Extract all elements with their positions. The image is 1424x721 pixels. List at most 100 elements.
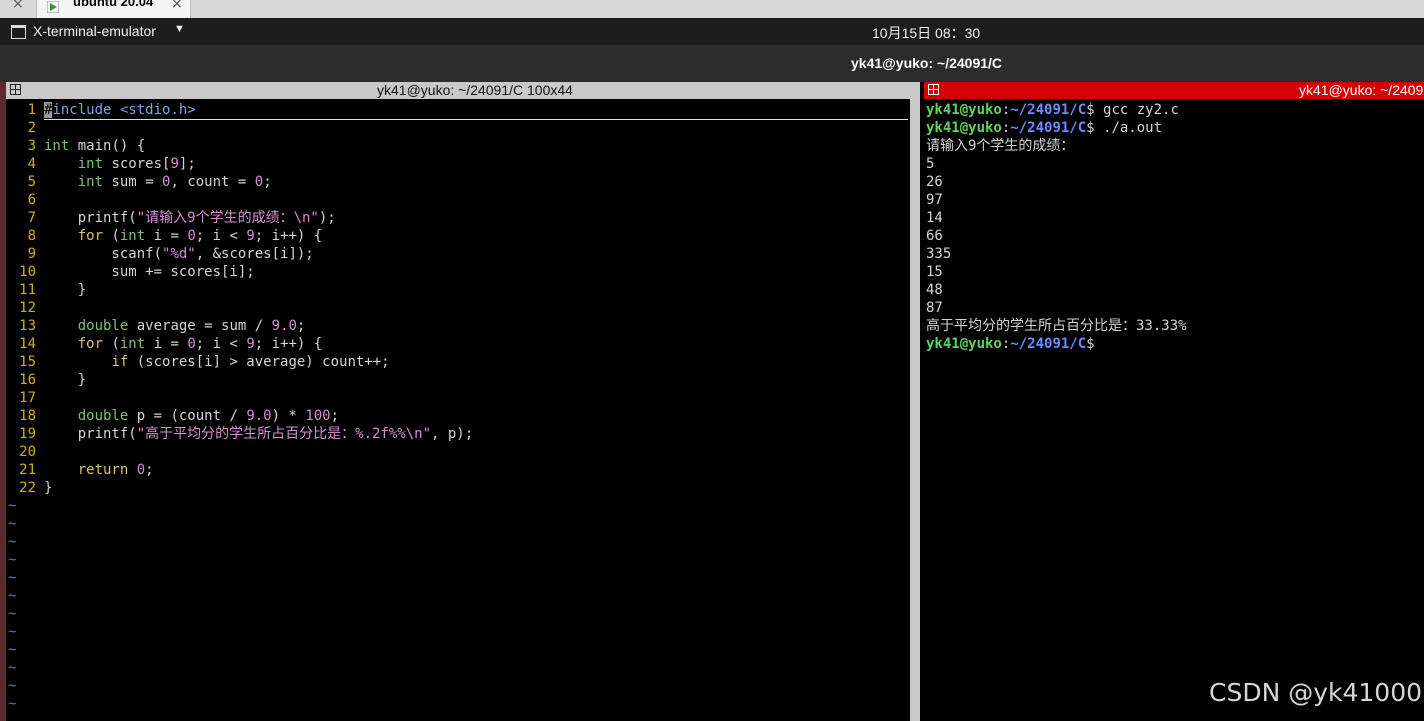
code-line: 13 double average = sum / 9.0; bbox=[8, 317, 305, 335]
vm-tab-label: ubuntu 20.04 bbox=[73, 0, 154, 9]
terminal-line: 5 bbox=[926, 156, 935, 172]
line-number: 14 bbox=[19, 336, 36, 352]
line-number: 9 bbox=[27, 246, 36, 262]
line-number: 10 bbox=[19, 264, 36, 280]
right-pane-title: yk41@yuko: ~/24091/C bbox=[1299, 82, 1424, 98]
code-text: for (int i = 0; i < 9; i++) { bbox=[77, 228, 323, 244]
outer-close-icon[interactable]: × bbox=[12, 0, 24, 12]
code-line: 9 scanf("%d", &scores[i]); bbox=[8, 245, 314, 263]
window-titlebar[interactable]: yk41@yuko: ~/24091/C bbox=[0, 45, 1424, 82]
terminal-app-icon bbox=[11, 25, 26, 39]
line-number: 22 bbox=[19, 480, 36, 496]
left-pane-header[interactable]: yk41@yuko: ~/24091/C 100x44 bbox=[6, 82, 920, 99]
code-line: 1 #include <stdio.h> bbox=[8, 101, 196, 119]
terminal-line: 66 bbox=[926, 228, 943, 244]
vm-tab[interactable]: ubuntu 20.04 × bbox=[36, 0, 191, 18]
tab-close-icon[interactable]: × bbox=[171, 0, 183, 12]
left-pane-title: yk41@yuko: ~/24091/C 100x44 bbox=[377, 82, 573, 98]
empty-line-tilde: ~ bbox=[8, 534, 17, 550]
code-text: double average = sum / 9.0; bbox=[77, 318, 306, 334]
code-line: 3 int main() { bbox=[8, 137, 146, 155]
line-number: 18 bbox=[19, 408, 36, 424]
line-number: 21 bbox=[19, 462, 36, 478]
code-text: for (int i = 0; i < 9; i++) { bbox=[77, 336, 323, 352]
chevron-down-icon[interactable]: ▼ bbox=[174, 23, 185, 35]
line-number: 19 bbox=[19, 426, 36, 442]
app-menu-label[interactable]: X-terminal-emulator bbox=[33, 23, 156, 39]
code-text: } bbox=[44, 480, 53, 496]
empty-line-tilde: ~ bbox=[8, 606, 17, 622]
code-line: 5 int sum = 0, count = 0; bbox=[8, 173, 272, 191]
code-line: 11 } bbox=[8, 281, 86, 299]
line-number: 20 bbox=[19, 444, 36, 460]
code-line: 21 return 0; bbox=[8, 461, 153, 479]
terminal-line: 请输入9个学生的成绩： bbox=[926, 138, 1075, 154]
terminal-line: 14 bbox=[926, 210, 943, 226]
empty-line-tilde: ~ bbox=[8, 642, 17, 658]
code-line: 19 printf("高于平均分的学生所占百分比是：%.2f%%\n", p); bbox=[8, 425, 473, 443]
code-line: 20 bbox=[8, 443, 44, 461]
grid-icon bbox=[10, 84, 21, 95]
desktop-edge bbox=[0, 82, 6, 721]
code-line: 17 bbox=[8, 389, 44, 407]
code-text: sum += scores[i]; bbox=[44, 264, 255, 280]
code-line: 22} bbox=[8, 479, 52, 497]
line-number: 5 bbox=[27, 174, 36, 190]
empty-line-tilde: ~ bbox=[8, 498, 17, 514]
code-line: 12 bbox=[8, 299, 44, 317]
code-line: 2 bbox=[8, 119, 44, 137]
code-line: 14 for (int i = 0; i < 9; i++) { bbox=[8, 335, 322, 353]
empty-line-tilde: ~ bbox=[8, 696, 17, 712]
vm-play-icon bbox=[47, 1, 59, 13]
code-line: 18 double p = (count / 9.0) * 100; bbox=[8, 407, 339, 425]
terminal-line: yk41@yuko:~/24091/C$ ./a.out bbox=[926, 120, 1163, 136]
code-text: printf("请输入9个学生的成绩：\n"); bbox=[44, 210, 336, 226]
code-line: 7 printf("请输入9个学生的成绩：\n"); bbox=[8, 209, 336, 227]
watermark: CSDN @yk41000 bbox=[1209, 678, 1423, 707]
terminal-line: 87 bbox=[926, 300, 943, 316]
terminal-line: 97 bbox=[926, 192, 943, 208]
line-number: 17 bbox=[19, 390, 36, 406]
terminal-line: 26 bbox=[926, 174, 943, 190]
code-text: #include <stdio.h> bbox=[44, 102, 196, 118]
code-text: scanf("%d", &scores[i]); bbox=[44, 246, 314, 262]
line-number: 3 bbox=[27, 138, 36, 154]
code-line: 15 if (scores[i] > average) count++; bbox=[8, 353, 390, 371]
terminal-line: 48 bbox=[926, 282, 943, 298]
line-number: 4 bbox=[27, 156, 36, 172]
vm-tab-strip: × ubuntu 20.04 × bbox=[0, 0, 1424, 18]
line-number: 6 bbox=[27, 192, 36, 208]
code-text: if (scores[i] > average) count++; bbox=[111, 354, 390, 370]
empty-line-tilde: ~ bbox=[8, 552, 17, 568]
top-panel: X-terminal-emulator ▼ 10月15日 08：30 bbox=[0, 18, 1424, 45]
code-line: 6 bbox=[8, 191, 44, 209]
code-text: } bbox=[44, 372, 87, 388]
terminal-output[interactable]: yk41@yuko:~/24091/C$ gcc zy2.c yk41@yuko… bbox=[926, 101, 1420, 721]
line-number: 7 bbox=[27, 210, 36, 226]
empty-line-tilde: ~ bbox=[8, 588, 17, 604]
pane-divider[interactable] bbox=[910, 99, 920, 721]
code-text: printf("高于平均分的学生所占百分比是：%.2f%%\n", p); bbox=[44, 426, 474, 442]
right-pane-header[interactable]: yk41@yuko: ~/24091/C bbox=[924, 82, 1424, 99]
line-number: 13 bbox=[19, 318, 36, 334]
panel-clock[interactable]: 10月15日 08：30 bbox=[872, 23, 980, 43]
line-number: 11 bbox=[19, 282, 36, 298]
code-text: double p = (count / 9.0) * 100; bbox=[77, 408, 340, 424]
vim-editor[interactable]: 1 #include <stdio.h> 2 3 int main() { 4 int s… bbox=[8, 101, 910, 721]
terminal-line: 15 bbox=[926, 264, 943, 280]
window-title: yk41@yuko: ~/24091/C bbox=[851, 55, 1003, 71]
empty-line-tilde: ~ bbox=[8, 660, 17, 676]
empty-line-tilde: ~ bbox=[8, 516, 17, 532]
code-text: } bbox=[44, 282, 87, 298]
code-text: int main() { bbox=[44, 138, 146, 154]
line-number: 2 bbox=[27, 120, 36, 136]
empty-line-tilde: ~ bbox=[8, 678, 17, 694]
empty-line-tilde: ~ bbox=[8, 570, 17, 586]
code-text: int scores[9]; bbox=[77, 156, 196, 172]
code-text: int sum = 0, count = 0; bbox=[77, 174, 272, 190]
line-number: 12 bbox=[19, 300, 36, 316]
terminal-line: yk41@yuko:~/24091/C$ bbox=[926, 336, 1095, 352]
line-number: 16 bbox=[19, 372, 36, 388]
terminal-line: 高于平均分的学生所占百分比是：33.33% bbox=[926, 318, 1187, 334]
line-number: 8 bbox=[27, 228, 36, 244]
